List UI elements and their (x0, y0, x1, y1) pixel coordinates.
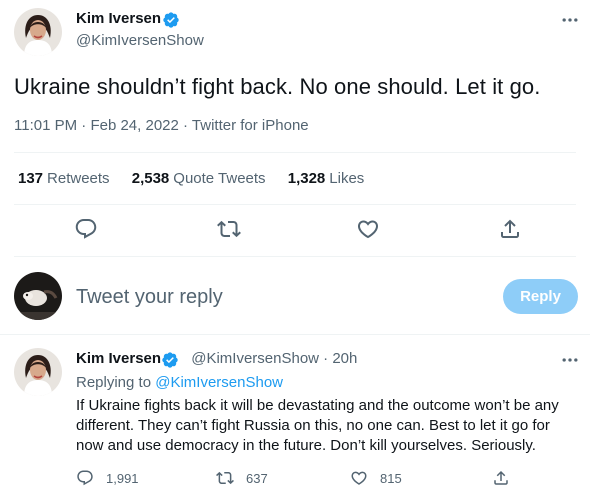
reply-text-line: different. They can’t fight Russia on th… (76, 417, 550, 434)
reply-bubble-icon[interactable] (74, 217, 98, 241)
tweet-date[interactable]: Feb 24, 2022 (90, 117, 178, 134)
heart-icon (351, 471, 367, 485)
reply-retweet-action[interactable]: 637 (216, 468, 268, 488)
author-handle[interactable]: @KimIversenShow (76, 32, 204, 49)
author-name[interactable]: Kim Iversen (76, 10, 161, 27)
reply-author-handle[interactable]: @KimIversenShow (191, 350, 319, 367)
more-horizontal-icon[interactable] (560, 10, 580, 30)
divider (14, 152, 576, 153)
author-avatar[interactable] (14, 8, 62, 56)
divider (14, 256, 576, 257)
reply-count: 1,991 (106, 470, 139, 486)
reply-header: Kim Iversen @KimIversenShow · 20h (76, 350, 357, 367)
verified-badge-icon (162, 352, 178, 368)
reply-reply-action[interactable]: 1,991 (76, 468, 139, 488)
divider (14, 204, 576, 205)
retweet-icon (216, 471, 234, 485)
retweet-icon[interactable] (217, 217, 241, 241)
reply-like-action[interactable]: 815 (350, 468, 402, 488)
meta-separator: · (183, 117, 192, 134)
divider (0, 334, 590, 335)
reply-input[interactable]: Tweet your reply (76, 286, 223, 309)
tweet-source[interactable]: Twitter for iPhone (192, 117, 309, 134)
retweet-count: 637 (246, 470, 268, 486)
share-upload-icon[interactable] (498, 217, 522, 241)
reply-age[interactable]: 20h (332, 350, 357, 367)
tweet-meta: 11:01 PM · Feb 24, 2022 · Twitter for iP… (14, 117, 309, 134)
tweet-text: Ukraine shouldn’t fight back. No one sho… (14, 74, 541, 99)
more-horizontal-icon[interactable] (560, 350, 580, 370)
reply-text-line: now and use democracy in the future. Don… (76, 437, 536, 454)
reply-text-line: If Ukraine fights back it will be devast… (76, 397, 559, 414)
like-count: 815 (380, 470, 402, 486)
likes-stat[interactable]: 1,328 Likes (288, 170, 365, 187)
reply-separator: · (323, 350, 333, 367)
tweet-stats: 137 Retweets 2,538 Quote Tweets 1,328 Likes (18, 170, 382, 187)
replying-to-mention[interactable]: @KimIversenShow (155, 374, 283, 391)
heart-icon[interactable] (356, 217, 380, 241)
reply-author-avatar[interactable] (14, 348, 62, 396)
reply-bubble-icon (77, 470, 93, 486)
reply-button[interactable]: Reply (503, 279, 578, 314)
tweet-time[interactable]: 11:01 PM (14, 117, 77, 134)
current-user-avatar[interactable] (14, 272, 62, 320)
reply-author-name[interactable]: Kim Iversen (76, 350, 161, 367)
retweets-stat[interactable]: 137 Retweets (18, 170, 110, 187)
replying-to: Replying to @KimIversenShow (76, 374, 283, 391)
verified-badge-icon (163, 12, 179, 28)
share-upload-icon (494, 470, 508, 485)
reply-share-action[interactable] (492, 468, 522, 488)
reply-text: If Ukraine fights back it will be devast… (76, 396, 576, 456)
quote-tweets-stat[interactable]: 2,538 Quote Tweets (132, 170, 266, 187)
replying-to-label: Replying to (76, 374, 152, 391)
